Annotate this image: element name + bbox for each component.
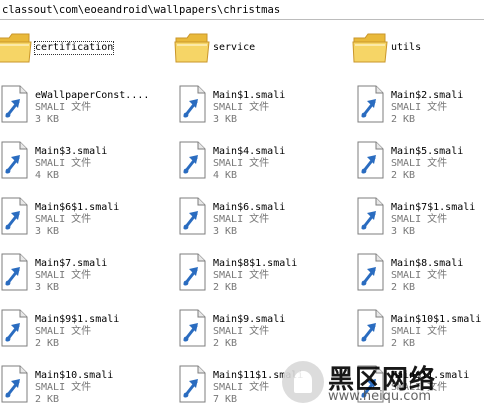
item-type: SMALI 文件 (35, 382, 92, 393)
file-item[interactable]: Main$7$1.smali SMALI 文件 3 KB (352, 196, 484, 246)
folder-item[interactable]: service (174, 28, 349, 78)
item-size: 4 KB (213, 170, 238, 181)
smali-file-icon (0, 308, 32, 348)
file-item[interactable]: Main$6$1.smali SMALI 文件 3 KB (0, 196, 171, 246)
item-type: SMALI 文件 (35, 270, 92, 281)
file-item[interactable]: Main$7.smali SMALI 文件 3 KB (0, 252, 171, 302)
file-item[interactable]: Main$8.smali SMALI 文件 2 KB (352, 252, 484, 302)
item-name: eWallpaperConst.... (35, 90, 150, 101)
address-bar[interactable]: classout\com\eoeandroid\wallpapers\chris… (0, 0, 484, 20)
smali-file-icon (0, 140, 32, 180)
smali-file-icon (174, 364, 210, 404)
item-name: Main$4.smali (213, 146, 286, 157)
item-size: 4 KB (35, 170, 60, 181)
file-item[interactable]: Main$8$1.smali SMALI 文件 2 KB (174, 252, 349, 302)
file-item[interactable]: Main$1.smali SMALI 文件 3 KB (174, 84, 349, 134)
item-name: Main$8.smali (391, 258, 464, 269)
file-item[interactable]: eWallpaperConst.... SMALI 文件 3 KB (0, 84, 171, 134)
folder-icon (352, 28, 388, 68)
item-name: service (213, 42, 256, 53)
item-type: SMALI 文件 (391, 214, 448, 225)
item-name: Main$6$1.smali (35, 202, 120, 213)
file-item[interactable]: Main$2.smali SMALI 文件 2 KB (352, 84, 484, 134)
file-item[interactable]: Main$10.smali SMALI 文件 2 KB (0, 364, 171, 414)
item-size: 2 KB (391, 338, 416, 349)
item-type: SMALI 文件 (213, 158, 270, 169)
item-type: SMALI 文件 (391, 270, 448, 281)
item-type: SMALI 文件 (391, 158, 448, 169)
file-item[interactable]: Main$9.smali SMALI 文件 2 KB (174, 308, 349, 358)
file-item[interactable]: Main$5.smali SMALI 文件 2 KB (352, 140, 484, 190)
item-type: SMALI 文件 (35, 102, 92, 113)
smali-file-icon (352, 140, 388, 180)
file-item[interactable]: Main$6.smali SMALI 文件 3 KB (174, 196, 349, 246)
file-item[interactable]: Main$10$1.smali SMALI 文件 2 KB (352, 308, 484, 358)
file-item[interactable]: Main$3.smali SMALI 文件 4 KB (0, 140, 171, 190)
item-name: Main$10.smali (35, 370, 114, 381)
item-size: 2 KB (213, 282, 238, 293)
file-item[interactable]: Main$4.smali SMALI 文件 4 KB (174, 140, 349, 190)
address-path: classout\com\eoeandroid\wallpapers\chris… (2, 4, 281, 16)
item-name: Main$7.smali (35, 258, 108, 269)
watermark-url: www.heiqu.com (328, 389, 432, 404)
item-name: Main$10$1.smali (391, 314, 482, 325)
item-type: SMALI 文件 (213, 270, 270, 281)
smali-file-icon (174, 252, 210, 292)
item-type: SMALI 文件 (213, 214, 270, 225)
folder-icon (174, 28, 210, 68)
item-size: 3 KB (35, 282, 60, 293)
item-name: certification (33, 41, 115, 55)
folder-item[interactable]: certification (0, 28, 171, 78)
item-name: Main$6.smali (213, 202, 286, 213)
item-size: 2 KB (391, 282, 416, 293)
smali-file-icon (0, 364, 32, 404)
item-type: SMALI 文件 (213, 102, 270, 113)
item-type: SMALI 文件 (391, 102, 448, 113)
watermark-logo-icon (282, 361, 324, 403)
smali-file-icon (352, 252, 388, 292)
smali-file-icon (174, 308, 210, 348)
item-name: Main$5.smali (391, 146, 464, 157)
file-item[interactable]: Main$9$1.smali SMALI 文件 2 KB (0, 308, 171, 358)
item-size: 2 KB (35, 394, 60, 405)
smali-file-icon (352, 308, 388, 348)
file-grid: certification service utils eWallpaperCo… (0, 24, 484, 411)
smali-file-icon (0, 84, 32, 124)
item-size: 3 KB (35, 114, 60, 125)
item-type: SMALI 文件 (213, 326, 270, 337)
item-size: 3 KB (213, 226, 238, 237)
item-size: 3 KB (35, 226, 60, 237)
item-name: Main$7$1.smali (391, 202, 476, 213)
watermark: 黑区网络 www.heiqu.com (282, 359, 478, 407)
smali-file-icon (352, 84, 388, 124)
smali-file-icon (174, 84, 210, 124)
item-size: 2 KB (391, 170, 416, 181)
item-name: Main$3.smali (35, 146, 108, 157)
item-size: 3 KB (391, 226, 416, 237)
item-type: SMALI 文件 (35, 326, 92, 337)
smali-file-icon (174, 140, 210, 180)
item-size: 3 KB (213, 114, 238, 125)
item-name: utils (391, 42, 422, 53)
item-name: Main$9$1.smali (35, 314, 120, 325)
item-type: SMALI 文件 (35, 214, 92, 225)
item-type: SMALI 文件 (35, 158, 92, 169)
smali-file-icon (352, 196, 388, 236)
smali-file-icon (174, 196, 210, 236)
smali-file-icon (0, 252, 32, 292)
item-name: Main$9.smali (213, 314, 286, 325)
smali-file-icon (0, 196, 32, 236)
item-name: Main$2.smali (391, 90, 464, 101)
item-size: 2 KB (35, 338, 60, 349)
item-name: Main$8$1.smali (213, 258, 298, 269)
item-size: 2 KB (213, 338, 238, 349)
item-type: SMALI 文件 (391, 326, 448, 337)
item-size: 2 KB (391, 114, 416, 125)
folder-icon (0, 28, 32, 68)
item-name: Main$1.smali (213, 90, 286, 101)
folder-item[interactable]: utils (352, 28, 484, 78)
